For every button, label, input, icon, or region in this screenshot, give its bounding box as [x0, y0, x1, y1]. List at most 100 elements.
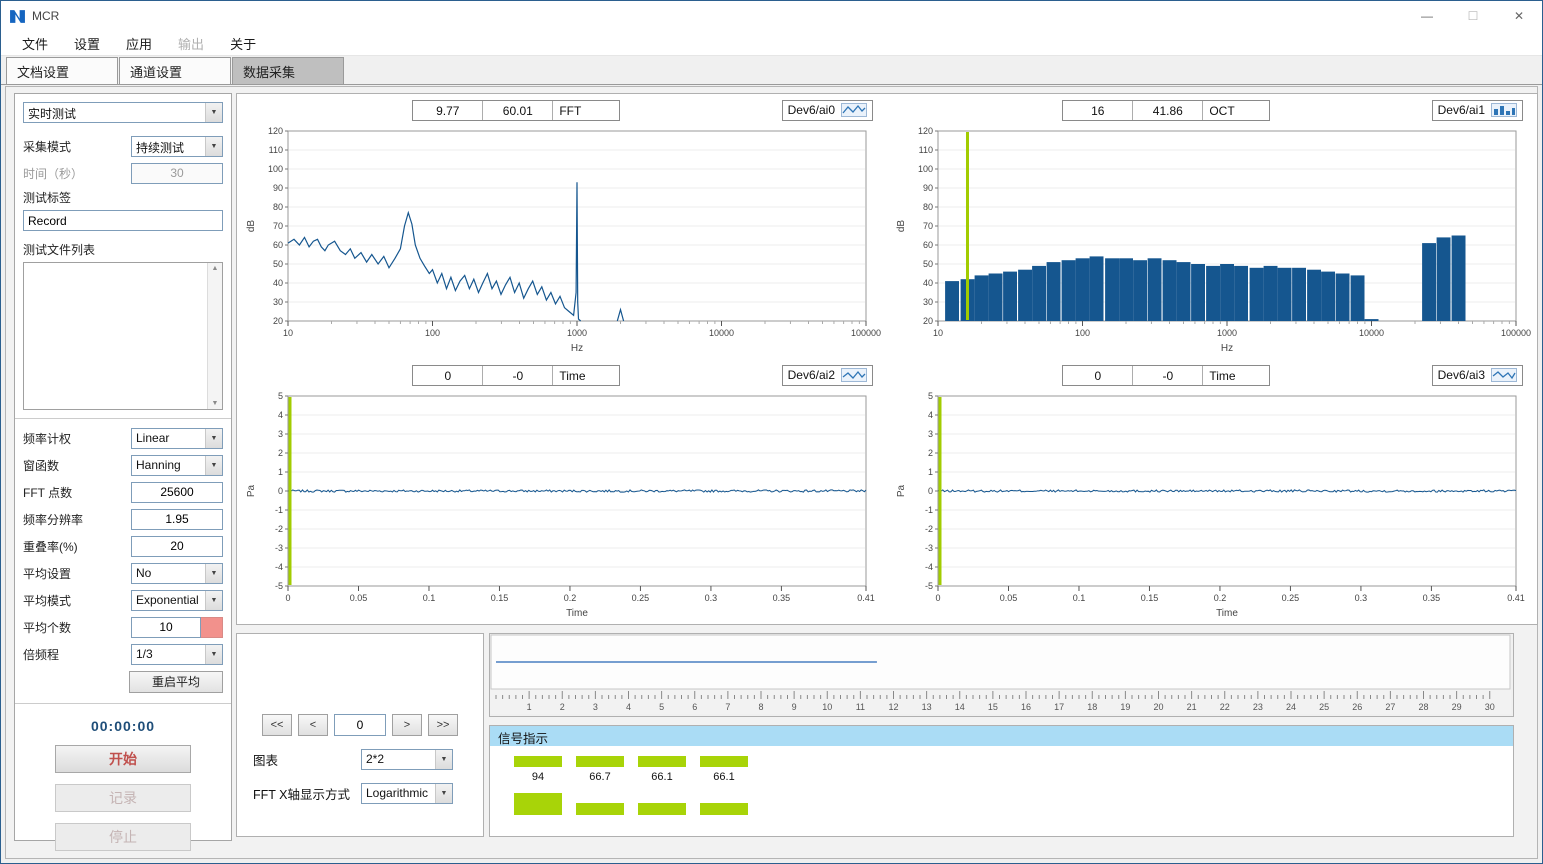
- menu-settings[interactable]: 设置: [61, 31, 113, 56]
- fft-channel-select[interactable]: Dev6/ai0: [782, 100, 873, 121]
- tab-channel-settings[interactable]: 通道设置: [119, 57, 231, 84]
- chevron-down-icon[interactable]: ▼: [205, 137, 222, 156]
- app-window: MCR — ☐ ✕ 文件 设置 应用 输出 关于 文档设置 通道设置 数据采集 …: [0, 0, 1543, 864]
- chevron-down-icon[interactable]: ▼: [205, 645, 222, 664]
- window-function-select[interactable]: Hanning ▼: [131, 455, 223, 476]
- svg-text:0.05: 0.05: [1000, 593, 1018, 603]
- svg-text:24: 24: [1286, 702, 1296, 712]
- chart-layout-select[interactable]: 2*2 ▼: [361, 749, 453, 770]
- svg-text:2: 2: [928, 448, 933, 458]
- freq-resolution-input[interactable]: [131, 509, 223, 530]
- chevron-down-icon[interactable]: ▼: [205, 429, 222, 448]
- main-area: 9.77 60.01 FFT Dev6/ai0: [236, 93, 1538, 841]
- svg-text:27: 27: [1385, 702, 1395, 712]
- svg-text:-2: -2: [925, 524, 933, 534]
- average-mode-label: 平均模式: [23, 592, 71, 609]
- menu-file[interactable]: 文件: [9, 31, 61, 56]
- overlap-input[interactable]: [131, 536, 223, 557]
- svg-text:10: 10: [933, 328, 943, 338]
- fft-chart[interactable]: 2030405060708090100110120101001000100001…: [242, 123, 882, 355]
- test-file-list[interactable]: ▲ ▼: [23, 262, 223, 410]
- chevron-down-icon[interactable]: ▼: [205, 564, 222, 583]
- svg-text:120: 120: [918, 126, 933, 136]
- bar-chart-icon: [1491, 103, 1517, 117]
- fft-cursor-x-value: 9.77: [413, 101, 483, 120]
- average-count-label: 平均个数: [23, 619, 71, 636]
- maximize-button[interactable]: ☐: [1450, 1, 1496, 31]
- average-count-input[interactable]: [131, 617, 201, 638]
- menu-apply[interactable]: 应用: [113, 31, 165, 56]
- file-list-scrollbar[interactable]: ▲ ▼: [207, 263, 222, 409]
- fft-xaxis-mode-select[interactable]: Logarithmic ▼: [361, 783, 453, 804]
- freq-weighting-select[interactable]: Linear ▼: [131, 428, 223, 449]
- octave-chart[interactable]: 2030405060708090100110120101001000100001…: [892, 123, 1532, 355]
- tab-data-acquisition[interactable]: 数据采集: [232, 57, 344, 84]
- time3-channel-label: Dev6/ai3: [1438, 368, 1485, 382]
- menu-about[interactable]: 关于: [217, 31, 269, 56]
- chevron-down-icon[interactable]: ▼: [205, 591, 222, 610]
- fft-points-input[interactable]: [131, 482, 223, 503]
- signal-level-value: 66.1: [700, 771, 748, 783]
- oct-channel-select[interactable]: Dev6/ai1: [1432, 100, 1523, 121]
- last-page-button[interactable]: >>: [428, 714, 458, 736]
- svg-text:10: 10: [822, 702, 832, 712]
- svg-text:8: 8: [758, 702, 763, 712]
- test-setup-section: 实时测试 ▼ 采集模式 持续测试 ▼ 时间（秒） 测试标签 测试文件列表: [15, 94, 231, 418]
- record-button: 记录: [55, 784, 191, 812]
- time3-channel-select[interactable]: Dev6/ai3: [1432, 365, 1523, 386]
- fft-settings-section: 频率计权 Linear ▼ 窗函数 Hanning ▼ FFT 点数: [15, 418, 231, 703]
- svg-text:30: 30: [923, 297, 933, 307]
- menu-output: 输出: [165, 31, 217, 56]
- svg-text:23: 23: [1253, 702, 1263, 712]
- acq-mode-select[interactable]: 持续测试 ▼: [131, 136, 223, 157]
- svg-text:-1: -1: [275, 505, 283, 515]
- svg-text:4: 4: [278, 410, 283, 420]
- run-control-section: 00:00:00 开始 记录 停止: [15, 703, 231, 864]
- time-chart-ai3[interactable]: -5-4-3-2-101234500.050.10.150.20.250.30.…: [892, 388, 1532, 620]
- average-setting-select[interactable]: No ▼: [131, 563, 223, 584]
- svg-text:13: 13: [922, 702, 932, 712]
- scroll-down-icon[interactable]: ▼: [212, 400, 219, 407]
- prev-page-button[interactable]: <: [298, 714, 328, 736]
- signal-panel-title: 信号指示: [490, 726, 1513, 746]
- svg-text:12: 12: [888, 702, 898, 712]
- chevron-down-icon[interactable]: ▼: [205, 456, 222, 475]
- test-tag-input[interactable]: [23, 210, 223, 231]
- signal-level-bar: [514, 793, 562, 815]
- svg-text:Pa: Pa: [896, 484, 907, 497]
- close-button[interactable]: ✕: [1496, 1, 1542, 31]
- restart-average-button[interactable]: 重启平均: [129, 671, 223, 693]
- average-mode-select[interactable]: Exponential ▼: [131, 590, 223, 611]
- start-button[interactable]: 开始: [55, 745, 191, 773]
- time-chart-ai2[interactable]: -5-4-3-2-101234500.050.10.150.20.250.30.…: [242, 388, 882, 620]
- first-page-button[interactable]: <<: [262, 714, 292, 736]
- svg-text:22: 22: [1220, 702, 1230, 712]
- timeline-ruler[interactable]: 1234567891011121314151617181920212223242…: [490, 634, 1511, 714]
- test-tag-label: 测试标签: [23, 189, 223, 206]
- svg-text:20: 20: [273, 316, 283, 326]
- tab-document-settings[interactable]: 文档设置: [6, 57, 118, 84]
- oct-cursor-y-value: 41.86: [1133, 101, 1203, 120]
- title-bar: MCR — ☐ ✕: [1, 1, 1542, 31]
- chevron-down-icon[interactable]: ▼: [435, 750, 452, 769]
- time2-channel-select[interactable]: Dev6/ai2: [782, 365, 873, 386]
- page-number-input[interactable]: [334, 714, 386, 736]
- svg-text:0.3: 0.3: [1355, 593, 1368, 603]
- svg-text:dB: dB: [896, 220, 907, 233]
- test-mode-select[interactable]: 实时测试 ▼: [23, 102, 223, 123]
- oct-channel-label: Dev6/ai1: [1438, 103, 1485, 117]
- svg-text:100000: 100000: [851, 328, 881, 338]
- chevron-down-icon[interactable]: ▼: [205, 103, 222, 122]
- scroll-up-icon[interactable]: ▲: [212, 265, 219, 272]
- stop-button: 停止: [55, 823, 191, 851]
- next-page-button[interactable]: >: [392, 714, 422, 736]
- svg-text:0: 0: [935, 593, 940, 603]
- svg-text:-4: -4: [925, 562, 933, 572]
- chevron-down-icon[interactable]: ▼: [435, 784, 452, 803]
- svg-text:-1: -1: [925, 505, 933, 515]
- octave-select[interactable]: 1/3 ▼: [131, 644, 223, 665]
- svg-text:-2: -2: [275, 524, 283, 534]
- svg-text:3: 3: [278, 429, 283, 439]
- minimize-button[interactable]: —: [1404, 1, 1450, 31]
- time2-cursor-y-value: -0: [483, 366, 553, 385]
